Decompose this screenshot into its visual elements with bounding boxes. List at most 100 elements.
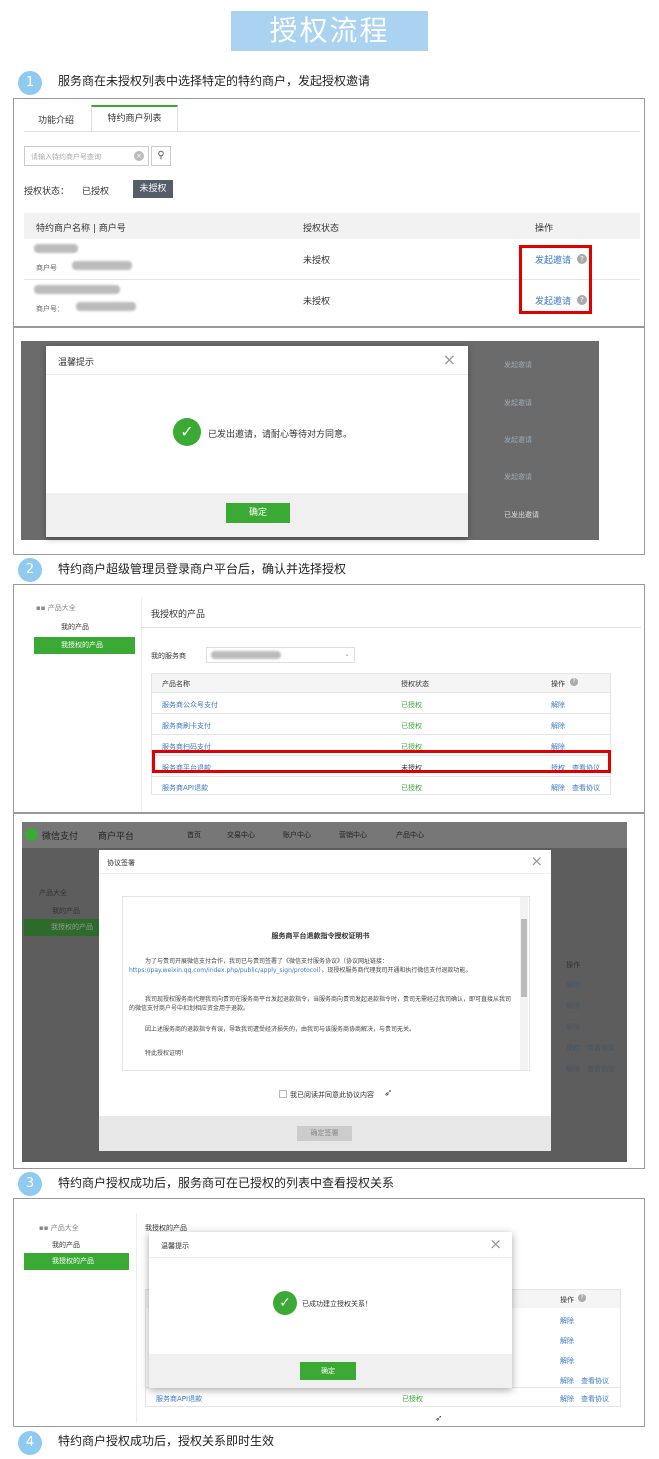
dialog-message: 已成功建立授权关系！ [302,1300,372,1308]
revoke-link[interactable]: 解除 [551,783,565,793]
dialog-message: 已发出邀请，请耐心等待对方同意。 [208,430,353,440]
close-icon[interactable]: × [489,1235,502,1253]
merchant-no-label: 商户号： [36,305,64,313]
ok-button[interactable]: 确定 [300,1362,356,1380]
step-number: 1 [18,71,42,95]
product-status: 已授权 [401,722,422,730]
filter-unauthorized[interactable]: 未授权 [133,180,173,198]
search-button[interactable]: ⚲ [151,146,171,166]
sidebar-item-my[interactable]: 我的产品 [61,622,89,632]
step-text: 特约商户超级管理员登录商户平台后，确认并选择授权 [58,562,347,576]
provider-select[interactable]: ⌄ [206,647,355,663]
step-number: 4 [18,1431,42,1455]
dialog-title: 温馨提示 [58,358,95,368]
dialog-title: 协议签署 [107,859,135,867]
merchant-list-panel: 功能介绍 特约商户列表 请输入特约商户号查询 × ⚲ 授权状态： 已授权 未授权… [13,98,645,327]
scrollbar-thumb[interactable] [521,919,527,997]
view-agreement-link[interactable]: 查看协议 [581,1394,609,1404]
table-header: 产品名称 授权状态 操作 ? [152,674,610,692]
bg-sidebar-my: 我的产品 [52,907,80,915]
agreement-panel: 微信支付 商户平台 首页 交易中心 账户中心 营销中心 产品中心 产品大全 我的… [13,813,645,1169]
revoke-link[interactable]: 解除 [560,1356,574,1366]
help-icon[interactable]: ? [570,678,578,686]
search-input[interactable]: 请输入特约商户号查询 × [24,146,149,166]
tab-merchant-list[interactable]: 特约商户列表 [91,105,178,132]
revoke-link[interactable]: 解除 [560,1316,574,1326]
product-name[interactable]: 服务商API退款 [156,1394,202,1404]
clear-icon[interactable]: × [134,151,144,161]
platform-name: 商户平台 [98,832,135,842]
nav-trade[interactable]: 交易中心 [227,830,255,840]
sidebar-item-authorized[interactable]: 我授权的产品 [34,637,135,654]
sidebar-divider [136,1213,137,1423]
bg-action: 解除 [566,981,580,989]
cursor-icon: ➶ [435,1414,443,1424]
sidebar-item-authorized[interactable]: 我授权的产品 [24,1253,129,1270]
sidebar-divider [141,597,142,812]
tab-divider [24,131,640,132]
merchant-name-redacted [34,244,78,253]
product-name[interactable]: 服务商公众号支付 [162,700,218,710]
bg-sidebar-authorized: 我授权的产品 [24,919,100,936]
sidebar-title: ▪▪ 产品大全 [39,1223,79,1233]
doc-p1b: ），现授权服务商代理我司开通和执行微信支付退款功能。 [318,967,472,974]
sidebar-item-my[interactable]: 我的产品 [52,1240,80,1250]
revoke-link[interactable]: 解除 [551,721,565,731]
view-agreement-link[interactable]: 查看协议 [581,1376,609,1386]
close-icon[interactable]: × [530,852,543,870]
product-name[interactable]: 服务商API退款 [162,783,208,793]
authorized-success-panel: ▪▪ 产品大全 我的产品 我授权的产品 我授权的产品 操作 ? 解除 解除 解除… [13,1198,645,1427]
dialog-footer: 确定签署 [99,1116,551,1151]
provider-label: 我的服务商 [151,652,186,660]
agree-checkbox[interactable] [279,1090,287,1098]
product-name[interactable]: 服务商刷卡支付 [162,721,211,731]
page-title: 授权流程 [231,11,428,51]
grid-icon: ▪▪ [39,1224,51,1232]
col-status: 授权状态 [401,680,429,688]
doc-p1-link[interactable]: https://pay.weixin.qq.com/index.php/publ… [129,967,318,974]
confirm-sign-button[interactable]: 确定签署 [297,1126,352,1141]
view-agreement-link[interactable]: 查看协议 [572,783,600,793]
help-icon[interactable]: ? [578,1294,586,1302]
tab-intro[interactable]: 功能介绍 [38,113,74,126]
scrollbar[interactable] [520,897,528,1070]
doc-paragraph-3: 因上述服务商的退款指令有误，导致我司遭受经济损失的，由我司与该服务商协商解决，与… [145,1026,416,1033]
table-row: 服务商API退款 已授权 解除 查看协议 [152,776,610,795]
product-status: 已授权 [401,784,422,792]
merchant-no-label: 商户号 [36,264,57,272]
nav-account[interactable]: 账户中心 [283,830,311,840]
col-status: 授权状态 [303,224,340,234]
authorized-products-panel: ▪▪ 产品大全 我的产品 我授权的产品 我授权的产品 我的服务商 ⌄ 产品名称 … [13,584,645,813]
sidebar-title: ▪▪ 产品大全 [36,603,76,613]
nav-marketing[interactable]: 营销中心 [339,830,367,840]
revoke-link[interactable]: 解除 [560,1394,574,1404]
filter-authorized[interactable]: 已授权 [82,184,109,197]
agreement-dialog: 协议签署 × 服务商平台退款指令授权证明书 为了与贵司开展微信支付合作，我司已与… [99,850,551,1151]
col-action: 操作 [560,1296,574,1304]
step-text: 服务商在未授权列表中选择特定的特约商户，发起授权邀请 [58,74,371,88]
nav-products[interactable]: 产品中心 [396,830,424,840]
doc-paragraph-1: 为了与贵司开展微信支付合作，我司已与贵司签署了《微信支付服务协议》（协议网址链接… [129,957,514,975]
sidebar-title-label: 产品大全 [50,1224,79,1232]
revoke-link[interactable]: 解除 [560,1376,574,1386]
revoke-link[interactable]: 解除 [560,1336,574,1346]
agreement-document[interactable]: 服务商平台退款指令授权证明书 为了与贵司开展微信支付合作，我司已与贵司签署了《微… [122,896,530,1071]
bg-action: 解除 [566,1002,580,1010]
doc-paragraph-2: 我司现授权服务商代理我司向贵司在服务商平台发起退款指令，当服务商向贵司发起退款指… [129,996,512,1012]
doc-title: 服务商平台退款指令授权证明书 [271,932,370,940]
close-icon[interactable]: × [443,350,456,369]
cursor-icon: ➶ [384,1088,393,1099]
dialog-title: 温馨提示 [161,1242,189,1250]
dialog-header: 协议签署 × [99,850,551,874]
table-header: 特约商户名称 | 商户号 授权状态 操作 [24,213,640,239]
top-nav: 微信支付 商户平台 首页 交易中心 账户中心 营销中心 产品中心 [22,822,627,848]
merchant-no-redacted [76,302,136,311]
revoke-link[interactable]: 解除 [551,700,565,710]
dialog-header: 温馨提示 × [46,346,468,375]
chevron-down-icon: ⌄ [344,650,350,658]
dialog: 温馨提示 × ✓ 已成功建立授权关系！ 确定 [149,1232,512,1388]
ok-button[interactable]: 确定 [226,503,290,523]
row-status: 未授权 [303,297,331,307]
dialog-footer: 确定 [149,1354,512,1388]
nav-home[interactable]: 首页 [187,830,201,840]
